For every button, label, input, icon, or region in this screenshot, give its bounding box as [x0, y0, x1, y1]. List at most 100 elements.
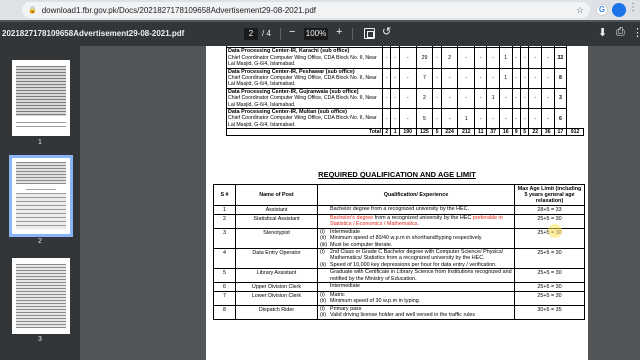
qualification-line: Intermediate [318, 283, 514, 289]
count-cell: - [457, 87, 476, 110]
total-cell: 190 [398, 128, 417, 137]
line-text: Intermediate [330, 283, 360, 290]
total-cell: 125 [415, 128, 434, 137]
section-title: REQUIRED QUALIFICATION AND AGE LIMIT [318, 170, 476, 179]
qualification-table: S # Name of Post Qualification/ Experien… [213, 184, 585, 320]
qualification-line: (ii) Minimum speed of 30 w.p.m in typing. [318, 298, 514, 304]
url-field[interactable]: 🔒 download1.fbr.gov.pk/Docs/202182717810… [22, 2, 590, 18]
table-row: Data Processing Center-IR, Karachi (sub … [226, 47, 584, 69]
qualification-line: (ii) Speed of 10,000 key depressions per … [318, 262, 514, 268]
line-text: Minimum speed of 30 w.p.m in typing. [330, 298, 421, 305]
fit-to-page-icon[interactable] [364, 28, 375, 39]
total-cell: 912 [566, 128, 584, 137]
count-cell: - [381, 108, 392, 130]
table-row: 1 Assistant Bachelor degree from a recogni… [213, 205, 585, 215]
count-cell: - [398, 47, 417, 69]
thumbnail-text-preview [16, 264, 66, 328]
sno-cell: 1 [213, 205, 236, 215]
total-cell: 2 [381, 128, 392, 137]
count-cell: - [440, 87, 459, 110]
count-cell: - [474, 67, 488, 89]
toolbar-divider [352, 28, 353, 40]
total-cell: 16 [498, 128, 513, 137]
count-cell: - [528, 47, 542, 69]
sno-cell: 3 [213, 227, 236, 250]
more-options-icon[interactable]: ⋮ [632, 26, 640, 39]
print-icon[interactable]: ⎙ [616, 26, 625, 39]
total-cell: 224 [440, 128, 459, 137]
page-total: / 4 [262, 29, 271, 38]
google-g-icon[interactable]: G [596, 4, 608, 16]
qualification-line: Graduate with Certificate in Library Sci… [318, 269, 514, 282]
avatar[interactable] [612, 3, 626, 17]
count-cell: - [528, 87, 542, 110]
office-address: Chief Coordinator Computer Wing Office, … [228, 75, 377, 88]
post-name-cell: Data Entry Operator [235, 248, 318, 270]
line-number: (ii) [320, 298, 326, 305]
total-cell: 1 [390, 128, 400, 137]
table-row: 5 Library Assistant Graduate with Certific… [213, 268, 585, 284]
count-cell: - [432, 67, 442, 89]
count-cell: - [519, 108, 530, 130]
total-label: Total [226, 128, 383, 137]
sno-cell: 7 [213, 291, 236, 306]
table-row-total: Total 2 1 190 125 5 224 212 11 37 16 9 5 22 36 17 912 [226, 128, 584, 137]
thumbnail-line [16, 126, 66, 127]
thumbnail-sidebar: 1 2 3 [0, 46, 80, 360]
url-text: download1.fbr.gov.pk/Docs/20218271781096… [41, 5, 316, 15]
count-cell: - [381, 87, 392, 110]
sno-cell: 8 [213, 304, 236, 320]
count-cell: - [432, 87, 442, 110]
zoom-out-icon[interactable]: − [289, 26, 295, 38]
line-text: Graduate with Certificate in Library Sci… [330, 269, 512, 282]
age-limit-cell: 25+5 = 30 [514, 268, 585, 284]
bookmark-star-icon[interactable]: ☆ [576, 5, 584, 16]
total-cell: 5 [519, 128, 530, 137]
total-cell: 17 [553, 128, 568, 137]
total-cell: 9 [511, 128, 521, 137]
page-thumbnail-2[interactable] [9, 155, 73, 237]
count-cell: - [511, 47, 521, 69]
count-cell: 1 [498, 67, 513, 89]
browser-menu-icon[interactable]: ⋮ [628, 2, 638, 13]
count-cell: - [474, 108, 488, 130]
table-row: 6 Upper Division Clerk Intermediate 25+5 = … [213, 282, 585, 293]
count-cell: 1 [498, 47, 513, 69]
count-cell: - [541, 67, 555, 89]
office-name: Data Processing Center-IR, Gujranwala (s… [228, 88, 359, 95]
zoom-level-input[interactable]: 100% [304, 28, 328, 40]
post-name-cell: Library Assistant [235, 268, 318, 284]
plain-text: from a recognized university by the HEC [373, 215, 473, 221]
line-number [318, 283, 330, 289]
page-number-input[interactable]: 2 [244, 28, 258, 40]
count-cell: - [498, 108, 513, 130]
qualification-cell: (i) Primary pass (ii) Valid driving license… [317, 304, 515, 320]
count-cell: - [440, 108, 459, 130]
download-icon[interactable]: ⬇ [598, 26, 607, 39]
zoom-in-icon[interactable]: + [336, 26, 342, 38]
total-cell: 22 [528, 128, 542, 137]
qualification-cell: Bachelor degree from a recognized univer… [317, 205, 515, 215]
line-number: (ii) [320, 261, 326, 268]
page-thumbnail-3[interactable] [12, 258, 70, 334]
count-cell: 2 [440, 47, 459, 69]
line-number [318, 215, 330, 228]
sno-cell: 6 [213, 282, 236, 293]
thumbnail-label: 1 [38, 139, 42, 146]
qualification-cell: (i) 2nd Class or Grade C Bachelor degree … [317, 248, 515, 270]
line-text: Speed of 10,000 key depressions per hour… [330, 261, 497, 268]
table-row: 3 Stenotypist (i) Intermediate (ii) Minimum s… [213, 227, 585, 250]
page-thumbnail-1[interactable] [12, 60, 70, 136]
age-limit-cell: 25+5 = 30 [514, 291, 585, 306]
count-cell: - [486, 108, 500, 130]
table-row: 8 Dispatch Rider (i) Primary pass (ii) Valid … [213, 304, 585, 320]
thumbnail-label: 2 [38, 238, 42, 245]
total-cell: 11 [474, 128, 488, 137]
qualification-line: Bachelor degree from a recognized univer… [318, 206, 514, 212]
count-cell: - [528, 108, 542, 130]
office-address: Chief Coordinator Computer Wing Office, … [228, 115, 377, 128]
pdf-toolbar: 2021827178109658Advertisement29-08-2021.… [0, 22, 640, 46]
office-address: Chief Coordinator Computer Wing Office, … [228, 54, 377, 68]
rotate-icon[interactable]: ↺ [382, 25, 391, 38]
line-text: Valid driving license holder and well ve… [330, 312, 476, 319]
